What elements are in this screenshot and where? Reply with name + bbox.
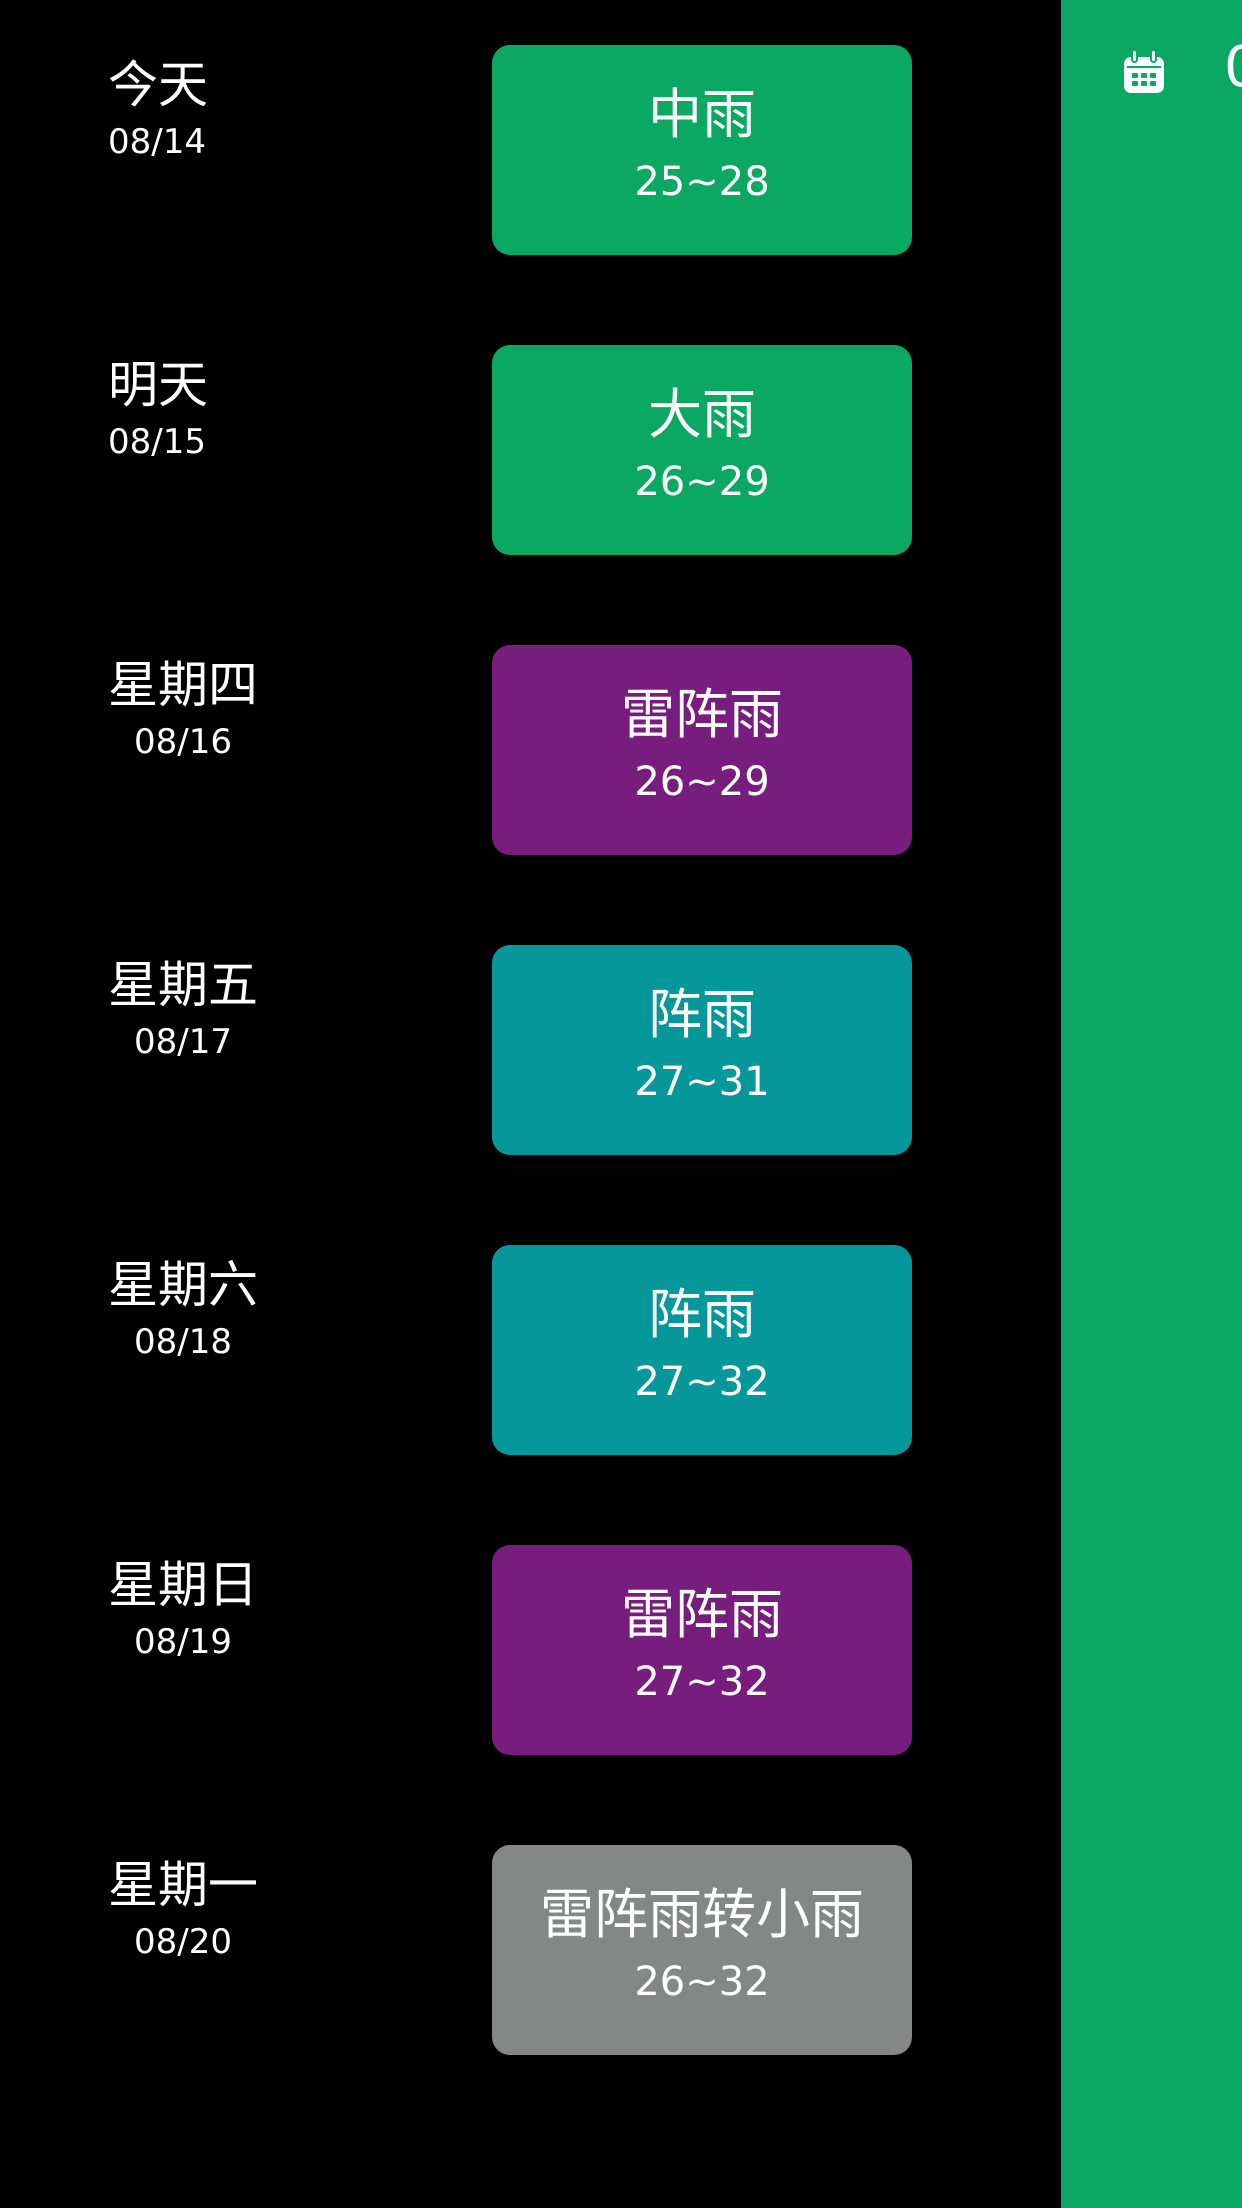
- weather-card[interactable]: 阵雨 27~31: [492, 945, 912, 1155]
- weather-condition: 阵雨: [648, 983, 756, 1046]
- weather-card[interactable]: 阵雨 27~32: [492, 1245, 912, 1455]
- day-date: 08/19: [134, 1622, 232, 1662]
- temperature-range: 25~28: [634, 159, 770, 205]
- weather-condition: 雷阵雨: [621, 1583, 783, 1646]
- day-label: 星期五 08/17: [108, 953, 258, 1067]
- day-label: 星期日 08/19: [108, 1553, 258, 1667]
- day-label: 星期六 08/18: [108, 1253, 258, 1367]
- day-date: 08/16: [134, 722, 232, 762]
- calendar-icon[interactable]: [1119, 47, 1169, 97]
- forecast-row-1: 明天 08/15 大雨 26~29: [0, 345, 1061, 555]
- day-name: 星期四: [108, 656, 258, 714]
- weather-condition: 雷阵雨转小雨: [540, 1883, 864, 1946]
- weather-card[interactable]: 雷阵雨转小雨 26~32: [492, 1845, 912, 2055]
- day-label: 星期四 08/16: [108, 653, 258, 767]
- forecast-row-3: 星期五 08/17 阵雨 27~31: [0, 945, 1061, 1155]
- forecast-row-6: 星期一 08/20 雷阵雨转小雨 26~32: [0, 1845, 1061, 2055]
- day-date: 08/18: [134, 1322, 232, 1362]
- day-name: 今天: [108, 56, 208, 114]
- temperature-range: 26~32: [634, 1959, 770, 2005]
- weather-card[interactable]: 雷阵雨 26~29: [492, 645, 912, 855]
- calendar-icon-graphic: [1124, 49, 1164, 93]
- temperature-range: 27~32: [634, 1359, 770, 1405]
- day-label: 今天 08/14: [108, 53, 408, 167]
- weather-card[interactable]: 雷阵雨 27~32: [492, 1545, 912, 1755]
- weather-condition: 雷阵雨: [621, 683, 783, 746]
- temperature-range: 27~32: [634, 1659, 770, 1705]
- forecast-list: 今天 08/14 中雨 25~28 明天 08/15 大雨 26~29 星期四 …: [0, 0, 1061, 2208]
- day-name: 星期六: [108, 1256, 258, 1314]
- weather-card[interactable]: 中雨 25~28: [492, 45, 912, 255]
- day-date: 08/17: [134, 1022, 232, 1062]
- day-date: 08/14: [108, 122, 206, 162]
- weather-condition: 阵雨: [648, 1283, 756, 1346]
- day-name: 明天: [108, 356, 208, 414]
- forecast-row-5: 星期日 08/19 雷阵雨 27~32: [0, 1545, 1061, 1755]
- side-panel-text: 0: [1224, 35, 1242, 100]
- day-date: 08/20: [134, 1922, 232, 1962]
- side-panel[interactable]: 0: [1061, 0, 1242, 2208]
- day-name: 星期一: [108, 1856, 258, 1914]
- forecast-row-0: 今天 08/14 中雨 25~28: [0, 45, 1061, 255]
- day-label: 明天 08/15: [108, 353, 408, 467]
- weather-condition: 大雨: [648, 383, 756, 446]
- temperature-range: 26~29: [634, 459, 770, 505]
- temperature-range: 26~29: [634, 759, 770, 805]
- forecast-row-4: 星期六 08/18 阵雨 27~32: [0, 1245, 1061, 1455]
- weather-card[interactable]: 大雨 26~29: [492, 345, 912, 555]
- day-label: 星期一 08/20: [108, 1853, 258, 1967]
- temperature-range: 27~31: [634, 1059, 770, 1105]
- day-name: 星期日: [108, 1556, 258, 1614]
- day-name: 星期五: [108, 956, 258, 1014]
- day-date: 08/15: [108, 422, 206, 462]
- forecast-row-2: 星期四 08/16 雷阵雨 26~29: [0, 645, 1061, 855]
- weather-condition: 中雨: [648, 83, 756, 146]
- weather-forecast-screen: 今天 08/14 中雨 25~28 明天 08/15 大雨 26~29 星期四 …: [0, 0, 1242, 2208]
